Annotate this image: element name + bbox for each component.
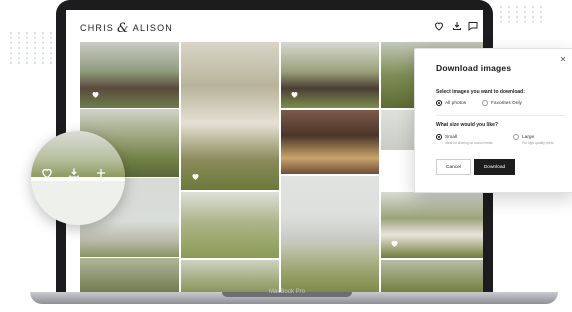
gallery-photo[interactable] (181, 192, 279, 258)
comment-icon[interactable] (467, 20, 479, 32)
logo-name-left: CHRIS (80, 23, 115, 33)
download-icon[interactable] (451, 20, 463, 32)
gallery-photo[interactable] (381, 192, 483, 258)
option-size-large[interactable]: Large (513, 134, 534, 140)
favorite-heart-icon[interactable] (290, 90, 299, 99)
favorite-heart-icon[interactable] (390, 239, 399, 248)
download-icon[interactable] (67, 166, 81, 180)
close-icon[interactable] (559, 55, 567, 63)
size-question: What size would you like? (436, 122, 498, 128)
plus-icon[interactable] (94, 166, 108, 180)
radio-size-large[interactable] (513, 134, 519, 140)
decorative-dot-grid-left (10, 32, 55, 64)
radio-favorites-only[interactable] (482, 100, 488, 106)
option-size-small[interactable]: Small (436, 134, 457, 140)
images-question: Select images you want to download: (436, 89, 525, 95)
gallery-photo[interactable] (381, 260, 483, 292)
gallery-photo[interactable] (181, 260, 279, 292)
download-button[interactable]: Download (474, 159, 515, 175)
laptop-brand-label: MacBook Pro (268, 289, 305, 295)
size-small-label: Small (445, 134, 457, 140)
option-all-photos-label: All photos (445, 100, 467, 106)
zoomed-photo-actions (31, 131, 125, 225)
divider (436, 115, 566, 116)
gallery-photo[interactable] (281, 242, 379, 292)
favorite-heart-icon[interactable] (91, 90, 100, 99)
dialog-title: Download images (436, 63, 512, 73)
size-small-description: Ideal for sharing on social media (445, 141, 493, 145)
logo-ampersand: & (117, 21, 130, 36)
favorite-heart-icon[interactable] (191, 172, 200, 181)
logo-name-right: ALISON (132, 23, 174, 33)
option-favorites-label: Favorites Only (491, 100, 522, 106)
heart-icon[interactable] (40, 166, 54, 180)
gallery-photo[interactable] (181, 42, 279, 190)
gallery-photo[interactable] (281, 110, 379, 174)
download-images-dialog: Download images Select images you want t… (414, 48, 572, 193)
gallery-photo[interactable] (80, 258, 179, 292)
option-all-photos[interactable]: All photos (436, 100, 466, 106)
app-header: CHRIS & ALISON (66, 10, 483, 42)
gallery-logo[interactable]: CHRIS & ALISON (80, 20, 174, 36)
size-large-label: Large (522, 134, 535, 140)
zoom-background (31, 181, 125, 225)
radio-all-photos[interactable] (436, 100, 442, 106)
radio-size-small[interactable] (436, 134, 442, 140)
option-favorites-only[interactable]: Favorites Only (482, 100, 522, 106)
gallery-photo[interactable] (281, 176, 379, 242)
cancel-button[interactable]: Cancel (436, 159, 471, 175)
heart-icon[interactable] (433, 20, 445, 32)
decorative-dot-grid-right (500, 6, 545, 23)
size-large-description: For high-quality prints (522, 141, 554, 145)
